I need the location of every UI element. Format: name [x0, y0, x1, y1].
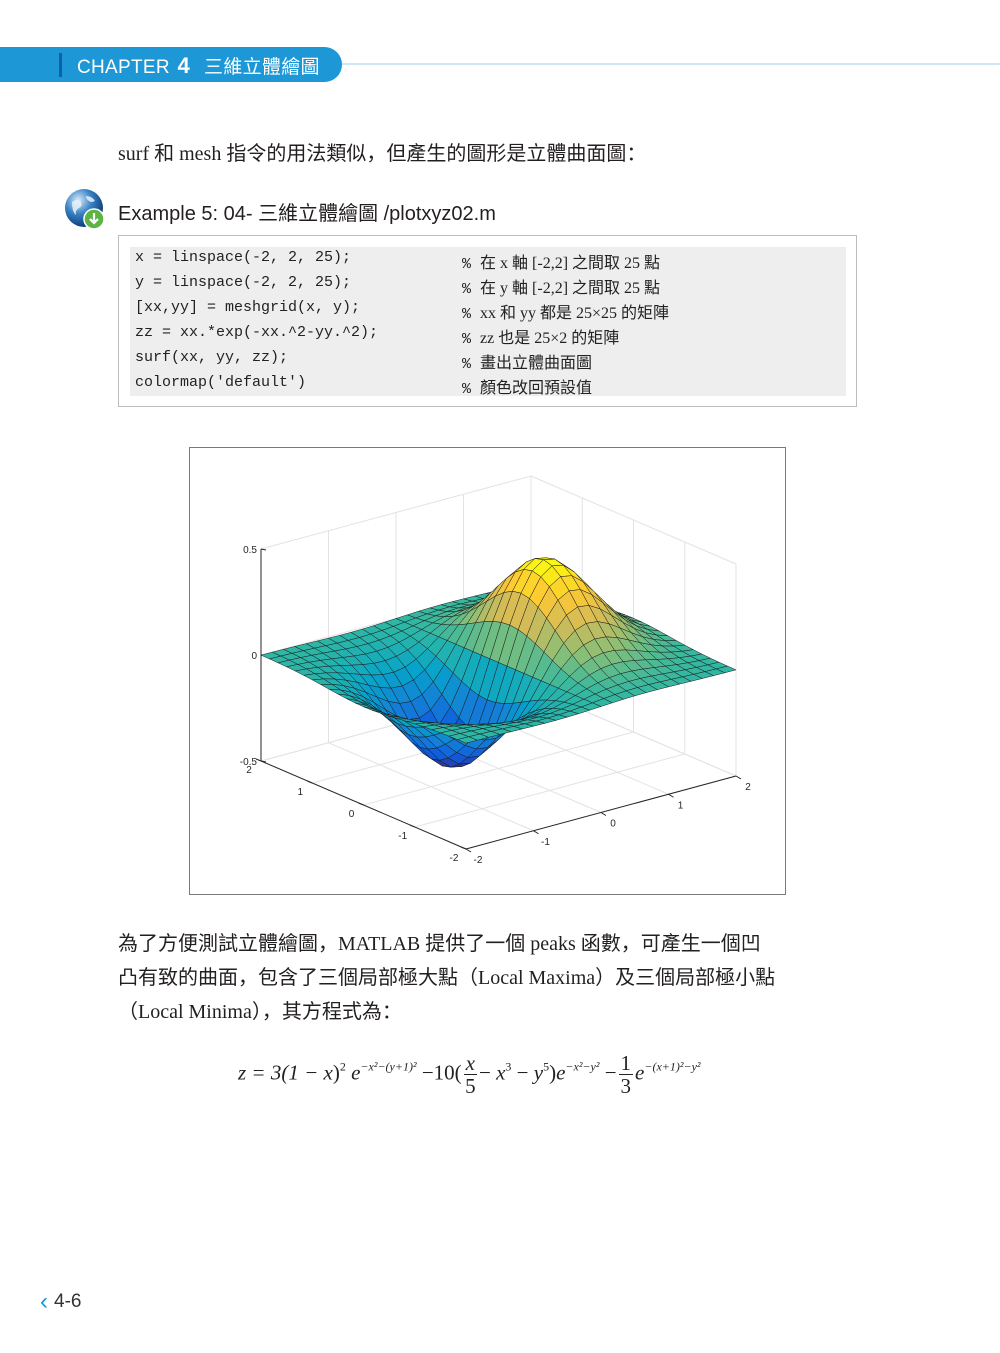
formula-part: − — [604, 1060, 617, 1085]
x-tick-label: -1 — [541, 837, 550, 848]
y-tick-label: 1 — [297, 787, 303, 798]
y-tick — [460, 846, 467, 850]
formula-part: 1 — [618, 1051, 634, 1075]
formula-part: z = 3(1 − — [238, 1060, 324, 1085]
page-footer: ‹ 4-6 — [40, 1288, 81, 1316]
y-tick — [307, 780, 313, 784]
z-tick-label: 0 — [251, 651, 257, 662]
globe-download-icon — [65, 189, 105, 230]
x-tick-label: 0 — [610, 819, 616, 830]
code-line: [xx,yy] = meshgrid(x, y); — [135, 299, 361, 316]
formula-part: − — [478, 1060, 497, 1085]
formula-part: −10( — [421, 1060, 462, 1085]
formula-part: 5 — [465, 1074, 476, 1098]
x-tick-label: 2 — [745, 782, 751, 793]
surface-plot: -2-1012-2-1012-0.500.5 — [240, 475, 751, 866]
formula-part: e — [635, 1060, 645, 1085]
code-line: colormap('default') — [135, 374, 307, 391]
y-tick — [358, 802, 364, 806]
chapter-title: 三維立體繪圖 — [204, 57, 320, 78]
chapter-heading: CHAPTER 4 三維立體繪圖 — [77, 52, 320, 79]
code-line: surf(xx, yy, zz); — [135, 349, 289, 366]
code-line: x = linspace(-2, 2, 25); — [135, 249, 352, 266]
formula-part: − — [511, 1060, 534, 1085]
code-comment: % 在 y 軸 [-2,2] 之間取 25 點 — [462, 280, 661, 298]
header-bar — [59, 53, 62, 77]
header-rule — [342, 63, 1000, 65]
z-tick — [260, 548, 267, 551]
formula-part: ) — [332, 1060, 340, 1085]
x-tick — [668, 793, 674, 798]
formula-part: x — [463, 1051, 477, 1075]
formula-part: y — [533, 1060, 544, 1085]
fraction: 13 — [618, 1051, 634, 1098]
chevron-left-icon: ‹ — [40, 1288, 48, 1315]
formula-part: −x²−y² — [565, 1059, 600, 1074]
book-page: CHAPTER 4 三維立體繪圖 surf 和 mesh 指令的用法類似，但產生的… — [0, 0, 1000, 1353]
paragraph-line: 為了方便測試立體繪圖，MATLAB 提供了一個 peaks 函數，可產生一個凹 — [118, 933, 761, 955]
y-tick-label: -1 — [398, 831, 407, 842]
y-tick-label: 0 — [349, 809, 355, 820]
page-number: 4-6 — [54, 1291, 82, 1312]
formula-part: e — [556, 1060, 566, 1085]
paragraph-line: 凸有致的曲面，包含了三個局部極大點（Local Maxima）及三個局部極小點 — [118, 967, 776, 989]
x-tick — [465, 848, 472, 853]
code-comment: % xx 和 yy 都是 25×25 的矩陣 — [462, 305, 670, 323]
formula-part: x — [496, 1060, 506, 1085]
code-comment: % 在 x 軸 [-2,2] 之間取 25 點 — [462, 255, 661, 273]
y-tick — [409, 824, 415, 828]
x-tick-label: 1 — [678, 800, 684, 811]
code-comment: % zz 也是 25×2 的矩陣 — [462, 330, 620, 348]
code-comment: % 顏色改回預設值 — [462, 380, 593, 398]
formula-part: x — [323, 1060, 333, 1085]
formula-part: 2 — [339, 1059, 346, 1074]
chapter-label: CHAPTER — [77, 57, 170, 78]
code-comment: % 畫出立體曲面圖 — [462, 355, 593, 373]
paragraph-line: （Local Minima），其方程式為： — [118, 1001, 402, 1023]
formula-part: −x²−(y+1)² — [360, 1059, 417, 1074]
intro-text: surf 和 mesh 指令的用法類似，但產生的圖形是立體曲面圖： — [118, 143, 647, 165]
code-line: y = linspace(-2, 2, 25); — [135, 274, 352, 291]
x-tick — [600, 812, 607, 816]
x-tick-label: -2 — [474, 855, 483, 866]
x-tick — [533, 830, 539, 835]
peaks-equation: z = 3(1 − x)2 e−x²−(y+1)² −10(x 5− x3 − y… — [238, 1052, 701, 1097]
body-paragraph: 為了方便測試立體繪圖，MATLAB 提供了一個 peaks 函數，可產生一個凹 … — [118, 927, 863, 1029]
example-title: Example 5: 04- 三維立體繪圖 /plotxyz02.m — [118, 203, 496, 225]
x-tick — [735, 775, 742, 780]
formula-part: −(x+1)²−y² — [644, 1059, 701, 1074]
z-tick-label: -0.5 — [240, 757, 258, 768]
fraction: x5 — [463, 1051, 477, 1098]
formula-part: 3 — [620, 1074, 632, 1098]
z-tick-label: 0.5 — [243, 545, 257, 556]
y-tick-label: -2 — [450, 853, 459, 864]
floor-gridline — [363, 731, 634, 806]
surface-figure: -2 -1 0 1 2 -2 -1 0 1 2 -0.5 0 0.5 — [189, 447, 786, 895]
code-block: x = linspace(-2, 2, 25); % 在 x 軸 [-2,2] 之… — [118, 235, 857, 407]
code-background: x = linspace(-2, 2, 25); % 在 x 軸 [-2,2] 之… — [130, 247, 846, 398]
chapter-number: 4 — [177, 53, 191, 78]
code-line: zz = xx.*exp(-xx.^2-yy.^2); — [135, 324, 379, 341]
